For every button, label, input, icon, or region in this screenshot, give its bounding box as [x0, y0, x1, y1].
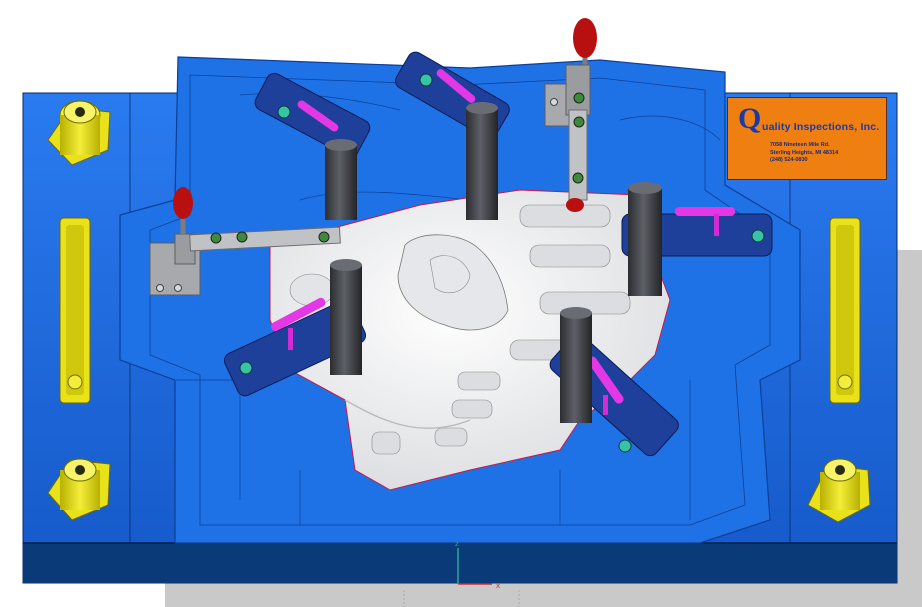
cad-viewport[interactable]: z x Q uality Inspections, Inc. 7058 Nine… — [0, 0, 922, 607]
logo-address-line1: 7058 Nineteen Mile Rd. — [770, 142, 830, 148]
axis-x-label: x — [496, 582, 500, 590]
logo-q-letter: Q — [738, 102, 762, 135]
axis-z-label: z — [455, 540, 459, 548]
logo-address-line2: Sterling Heights, MI 48314 — [770, 149, 839, 156]
logo-company-name: uality Inspections, Inc. — [762, 121, 880, 133]
logo-address: 7058 Nineteen Mile Rd. Sterling Heights,… — [770, 142, 838, 165]
company-logo-plate: Q uality Inspections, Inc. 7058 Nineteen… — [727, 97, 887, 180]
handle-left — [59, 217, 91, 404]
logo-phone: (248) 524-0830 — [770, 157, 808, 163]
handle-right — [829, 217, 861, 404]
